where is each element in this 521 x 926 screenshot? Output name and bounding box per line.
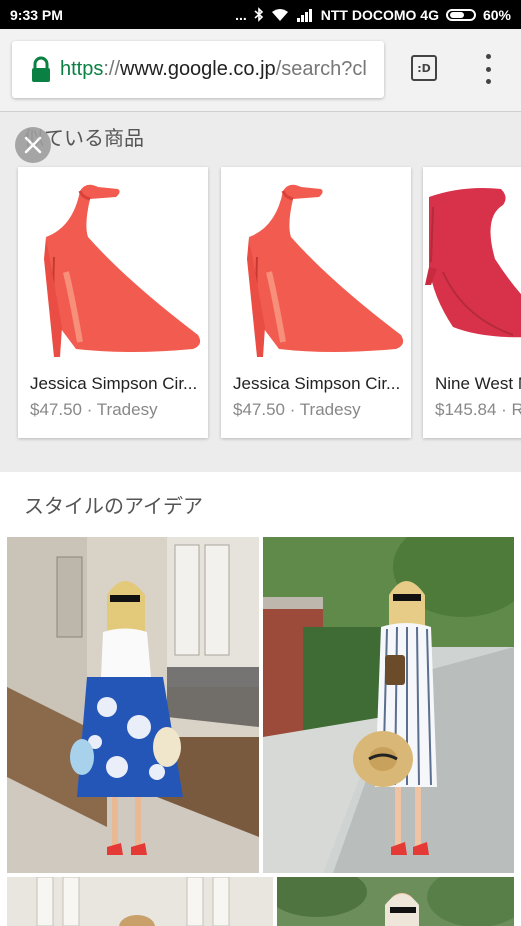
style-photo[interactable] xyxy=(7,877,273,926)
style-photo-image xyxy=(7,537,259,873)
battery-icon xyxy=(445,8,476,21)
style-photo[interactable] xyxy=(263,537,514,873)
product-name: Jessica Simpson Cir... xyxy=(30,374,198,393)
style-photo[interactable] xyxy=(277,877,514,926)
product-card[interactable]: Jessica Simpson Cir... $47.50 · Tradesy xyxy=(18,167,208,438)
product-card[interactable]: Jessica Simpson Cir... $47.50 · Tradesy xyxy=(221,167,411,438)
signal-icon xyxy=(296,8,312,22)
close-button[interactable] xyxy=(15,127,51,163)
bluetooth-icon xyxy=(254,7,263,22)
style-ideas-section: スタイルのアイデア xyxy=(0,472,521,926)
product-name: Jessica Simpson Cir... xyxy=(233,374,401,393)
product-image xyxy=(221,167,411,362)
close-icon xyxy=(24,136,42,154)
product-price-source: $47.50 · Tradesy xyxy=(233,400,361,419)
notification-dots-icon: ... xyxy=(235,6,247,23)
style-photo-image xyxy=(7,877,273,926)
product-image xyxy=(18,167,208,362)
overflow-menu-icon[interactable] xyxy=(478,54,498,84)
carrier-label: NTT DOCOMO 4G xyxy=(320,6,439,23)
similar-products-section: 似ている商品 Jessica Simpson Cir... $47.50 · T… xyxy=(0,112,521,458)
style-ideas-title: スタイルのアイデア xyxy=(24,496,203,518)
url-text: https://www.google.co.jp/search?cl xyxy=(60,58,367,81)
battery-percent: 60% xyxy=(482,6,511,23)
url-path: /search?cl xyxy=(275,58,367,80)
wifi-icon xyxy=(271,8,288,21)
style-photo-image xyxy=(277,877,514,926)
style-photo[interactable] xyxy=(7,537,259,873)
product-price-source: $47.50 · Tradesy xyxy=(30,400,158,419)
product-image xyxy=(423,167,521,362)
product-price-source: $145.84 · R xyxy=(435,400,521,419)
url-host: www.google.co.jp xyxy=(120,58,276,80)
status-icons: ... NTT DOCOMO 4G 60% xyxy=(235,7,511,23)
product-name: Nine West N xyxy=(435,374,521,393)
url-scheme: https xyxy=(60,58,104,80)
url-separator: :// xyxy=(103,58,121,80)
status-time: 9:33 PM xyxy=(10,6,63,23)
status-bar: 9:33 PM ... NTT DOCOMO 4G 60% xyxy=(0,0,521,29)
product-card[interactable]: Nine West N $145.84 · R xyxy=(423,167,521,438)
lock-icon xyxy=(32,56,50,82)
style-photo-image xyxy=(263,537,514,873)
url-bar[interactable]: https://www.google.co.jp/search?cl xyxy=(12,41,384,98)
tab-switcher-button[interactable]: :D xyxy=(411,55,437,81)
browser-toolbar: https://www.google.co.jp/search?cl :D xyxy=(0,29,521,112)
